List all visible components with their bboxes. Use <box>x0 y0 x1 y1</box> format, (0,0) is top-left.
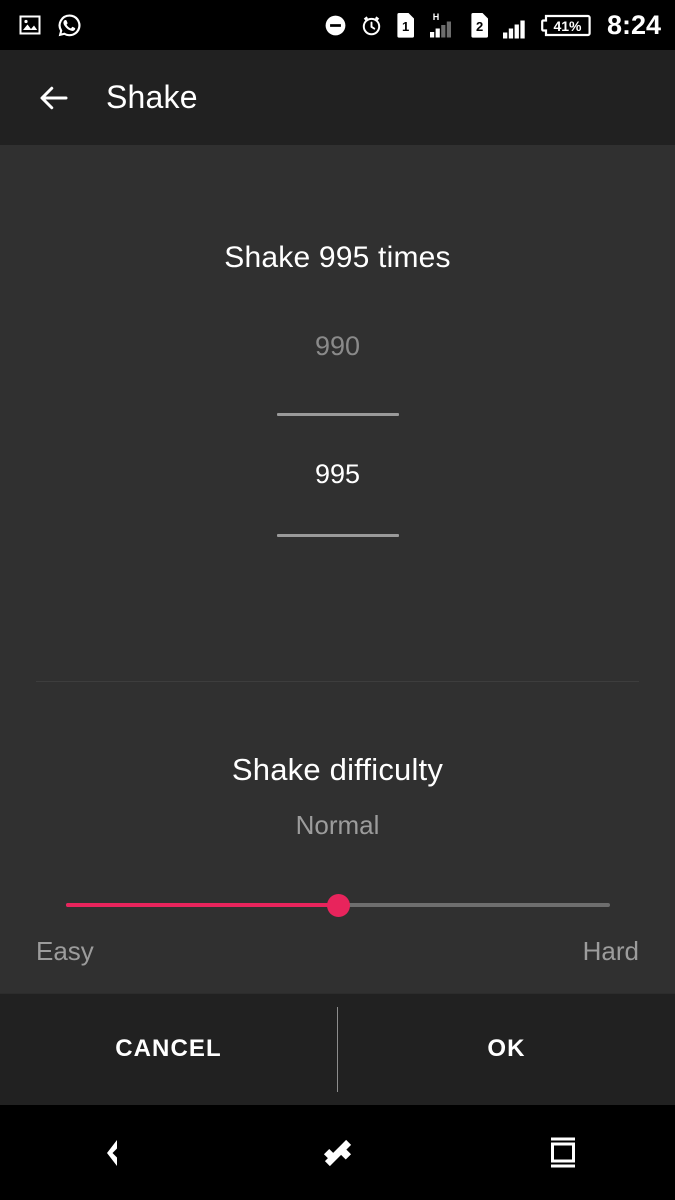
shake-difficulty-section: Shake difficulty Normal Easy Hard <box>0 752 675 967</box>
photo-icon <box>18 13 42 37</box>
whatsapp-icon <box>56 12 83 39</box>
cancel-button[interactable]: CANCEL <box>0 1035 337 1063</box>
slider-range-labels: Easy Hard <box>36 936 639 967</box>
dialog-button-bar: CANCEL OK <box>0 993 675 1105</box>
section-separator <box>36 681 639 682</box>
status-bar: 1 H 2 41% 8:24 <box>0 0 675 50</box>
phone-screen: 1 H 2 41% 8:24 Shake Shake 995 times 990… <box>0 0 675 1200</box>
dialog-content: Shake 995 times 990 995 Shake difficulty… <box>0 145 675 993</box>
battery-percent-label: 41% <box>553 18 582 34</box>
number-picker-divider-bottom <box>276 534 399 537</box>
shake-count-title: Shake 995 times <box>224 241 451 274</box>
slider-track-fill <box>66 903 338 907</box>
status-bar-clock: 8:24 <box>606 9 661 40</box>
sim2-icon: 2 <box>469 12 491 38</box>
signal-icon <box>502 12 528 39</box>
difficulty-title: Shake difficulty <box>231 752 444 787</box>
page-title: Shake <box>106 79 198 115</box>
status-bar-system-icons: 1 H 2 41% 8:24 <box>323 11 661 39</box>
signal-h-icon: H <box>428 11 458 39</box>
nav-home-icon[interactable] <box>225 1134 450 1172</box>
slider-thumb[interactable] <box>326 894 350 917</box>
number-picker-divider-top <box>276 413 399 416</box>
shake-count-number-picker[interactable]: 990 995 <box>0 331 675 537</box>
app-bar: Shake <box>0 50 675 145</box>
svg-text:2: 2 <box>476 19 483 34</box>
status-bar-notification-icons <box>18 12 83 39</box>
nav-recents-icon[interactable] <box>450 1135 675 1171</box>
navigation-bar <box>0 1105 675 1200</box>
difficulty-slider[interactable] <box>66 888 610 922</box>
svg-text:H: H <box>433 12 440 22</box>
difficulty-value: Normal <box>295 810 380 840</box>
slider-min-label: Easy <box>36 936 94 966</box>
arrow-back-icon[interactable] <box>32 76 76 120</box>
do-not-disturb-icon <box>323 13 348 38</box>
slider-max-label: Hard <box>582 936 639 966</box>
ok-button[interactable]: OK <box>338 1035 675 1063</box>
battery-icon: 41% <box>539 12 591 39</box>
number-picker-current-value[interactable]: 995 <box>315 459 360 489</box>
sim1-icon: 1 <box>395 12 417 38</box>
nav-back-icon[interactable] <box>0 1136 225 1170</box>
alarm-icon <box>359 13 384 38</box>
number-picker-previous-value[interactable]: 990 <box>315 331 360 361</box>
button-bar-top-divider <box>0 993 675 994</box>
svg-text:1: 1 <box>402 19 409 34</box>
